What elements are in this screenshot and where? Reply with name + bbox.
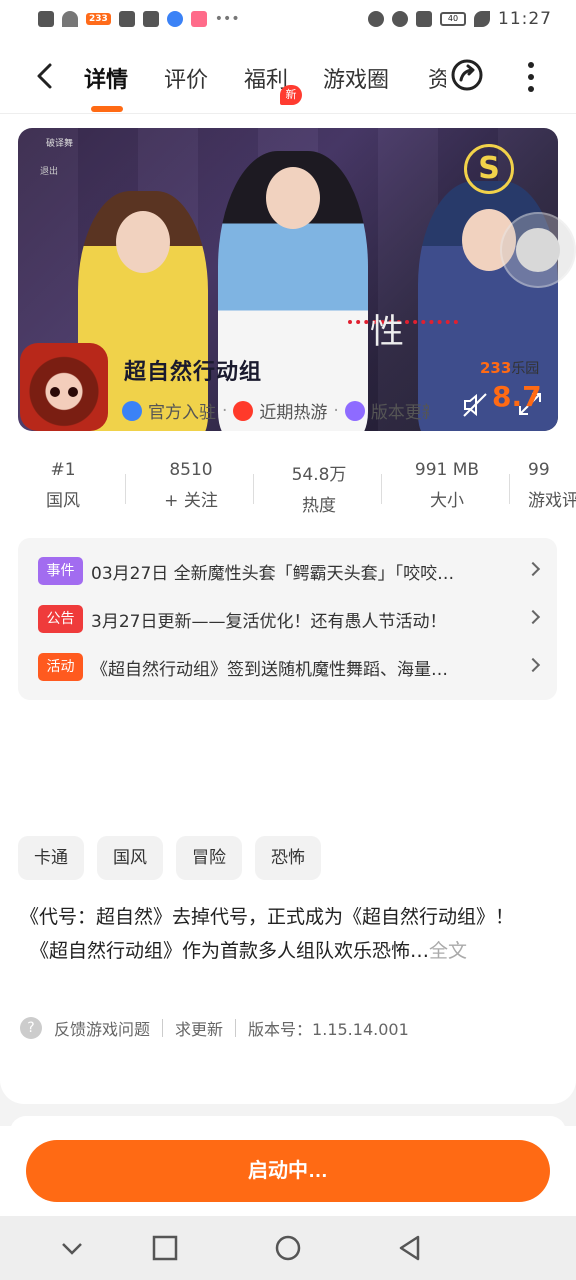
share-icon[interactable]: [450, 58, 484, 92]
notice-activity[interactable]: 活动 《超自然行动组》签到送随机魔性舞蹈、海量…: [38, 652, 541, 682]
request-update-link[interactable]: 求更新: [175, 1016, 223, 1040]
video-caption: 性: [370, 312, 404, 352]
new-badge: 新: [280, 85, 302, 105]
alarm-icon: [392, 11, 408, 27]
notice-activity-text: 《超自然行动组》签到送随机魔性舞蹈、海量…: [91, 659, 448, 680]
video-icon: [118, 11, 135, 27]
rating-brand: 233乐园: [480, 359, 540, 377]
leaf-icon: [474, 11, 490, 27]
chevron-right-icon: [525, 657, 541, 673]
stat-reviews[interactable]: 99 游戏评: [520, 460, 576, 511]
video-overlay-title: 破译舞: [46, 139, 74, 149]
update-icon: [344, 400, 365, 421]
back-arrow-icon[interactable]: [32, 62, 60, 90]
launch-button[interactable]: 启动中…: [26, 1140, 550, 1202]
main-content: 破译舞 退出 性 S 超自然行动组 官方入驻 · 近期热游 · 版本更 233乐…: [0, 114, 576, 1104]
read-more-link[interactable]: 全文: [429, 940, 467, 962]
activity-badge: 活动: [38, 653, 83, 681]
chevron-down-icon[interactable]: [58, 1234, 86, 1262]
game-title: 超自然行动组: [124, 360, 263, 385]
rating-score: 8.7: [492, 380, 542, 413]
message-icon: [142, 11, 159, 27]
notice-announcement[interactable]: 公告 3月27日更新——复活优化！还有愚人节活动！: [38, 604, 541, 634]
tag-update: 版本更新: [370, 403, 429, 423]
game-description: 《代号：超自然》去掉代号，正式成为《超自然行动组》！ 《超自然行动组》作为首款多…: [20, 906, 515, 962]
stat-rank[interactable]: #1 国风: [8, 460, 118, 511]
active-tab-indicator: [91, 106, 123, 112]
stat-follow[interactable]: 8510 + 关注: [136, 460, 246, 511]
report-issue-link[interactable]: 反馈游戏问题: [54, 1016, 150, 1040]
wifi-icon: [62, 11, 78, 27]
back-triangle-icon[interactable]: [396, 1234, 424, 1262]
notice-event-text: 03月27日 全新魔性头套「鳄霸天头套」「咬咬…: [91, 563, 455, 584]
version-info: 版本号：1.15.14.001: [248, 1020, 409, 1039]
announcement-badge: 公告: [38, 605, 83, 633]
question-icon: ?: [20, 1017, 42, 1039]
tag-official: 官方入驻: [148, 403, 216, 423]
stat-size[interactable]: 991 MB 大小: [392, 460, 502, 511]
genre-horror[interactable]: 恐怖: [255, 836, 321, 880]
recent-apps-icon[interactable]: [151, 1234, 179, 1262]
announcements-panel: 事件 03月27日 全新魔性头套「鳄霸天头套」「咬咬… 公告 3月27日更新——…: [18, 538, 557, 700]
shopping-icon: [190, 11, 207, 27]
battery-icon: 40: [440, 12, 466, 26]
tab-reviews[interactable]: 评价: [164, 62, 208, 94]
game-icon: [20, 343, 108, 431]
notice-event[interactable]: 事件 03月27日 全新魔性头套「鳄霸天头套」「咬咬…: [38, 556, 541, 586]
eye-icon: [368, 11, 384, 27]
tag-hot: 近期热游: [259, 403, 328, 423]
mute-bell-icon: [416, 11, 432, 27]
top-bar: 详情 评价 福利 新 游戏圈 资: [0, 38, 576, 114]
stats-row: #1 国风 8510 + 关注 54.8万 热度 991 MB 大小 99 游戏…: [0, 460, 576, 520]
chevron-right-icon: [525, 609, 541, 625]
tab-game-circle[interactable]: 游戏圈: [323, 62, 389, 94]
stat-heat[interactable]: 54.8万 热度: [264, 460, 374, 516]
skill-s-badge: S: [464, 144, 514, 194]
more-notifications-icon: •••: [214, 11, 240, 27]
genre-adventure[interactable]: 冒险: [176, 836, 242, 880]
verified-icon: [122, 400, 142, 421]
status-bar: 233 ••• 40 11:27: [0, 0, 576, 38]
system-nav-bar: [0, 1216, 576, 1280]
notification-icon: [38, 11, 54, 27]
genre-tags: 卡通 国风 冒险 恐怖: [18, 836, 321, 880]
home-icon[interactable]: [274, 1234, 302, 1262]
fire-icon: [233, 400, 254, 421]
more-options-icon[interactable]: [522, 60, 540, 94]
feedback-row: ? 反馈游戏问题 求更新 版本号：1.15.14.001: [20, 1016, 409, 1040]
app-notification-badge: 233: [86, 13, 111, 25]
game-tags: 官方入驻 · 近期热游 · 版本更新: [122, 398, 429, 423]
mute-icon[interactable]: [462, 392, 488, 418]
genre-chinese-style[interactable]: 国风: [97, 836, 163, 880]
bottom-action-bar: 启动中…: [0, 1126, 576, 1216]
tab-details[interactable]: 详情: [84, 62, 128, 94]
event-badge: 事件: [38, 557, 83, 585]
floating-assist-ball[interactable]: [500, 212, 576, 288]
genre-cartoon[interactable]: 卡通: [18, 836, 84, 880]
chevron-right-icon: [525, 561, 541, 577]
character-maid: [218, 151, 368, 431]
browser-icon: [166, 11, 183, 27]
video-overlay-sub: 退出: [40, 167, 59, 177]
notice-announcement-text: 3月27日更新——复活优化！还有愚人节活动！: [91, 611, 447, 632]
tab-info-partial[interactable]: 资: [428, 62, 446, 94]
clock: 11:27: [498, 9, 552, 29]
